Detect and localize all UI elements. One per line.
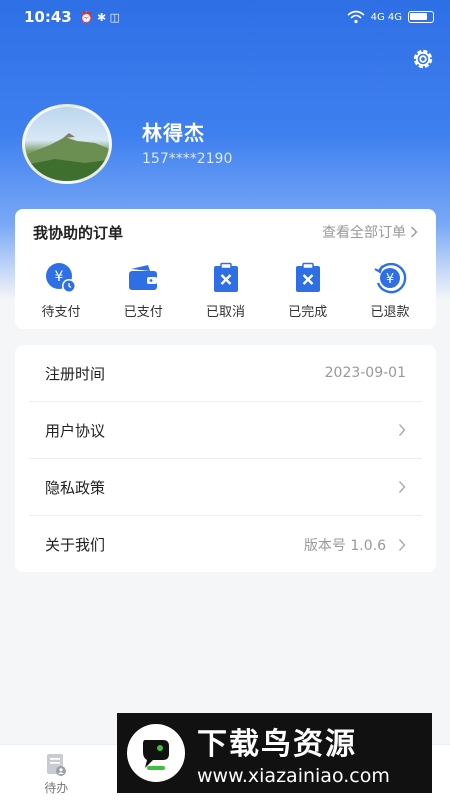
signal-labels: 4G 4G (370, 11, 402, 23)
clipboard-x-icon (295, 262, 320, 292)
chevron-right-icon (398, 424, 406, 436)
gear-icon[interactable] (410, 46, 436, 72)
battery-icon (408, 11, 434, 23)
profile-phone: 157****2190 (142, 151, 233, 167)
chevron-right-icon (398, 538, 406, 551)
menu-item-label: 关于我们 (45, 536, 106, 554)
view-all-orders-label: 查看全部订单 (322, 225, 406, 241)
clipboard-x-icon (213, 262, 238, 292)
avatar[interactable] (22, 104, 112, 184)
yuan-clock-icon: ¥ (46, 263, 76, 293)
menu-item-about-us[interactable]: 关于我们 版本号 1.0.6 (29, 516, 422, 573)
register-date-value: 2023-09-01 (324, 365, 406, 381)
view-all-orders-link[interactable]: 查看全部订单 (322, 222, 418, 242)
order-status-refunded[interactable]: ¥ 已退款 (352, 255, 428, 320)
profile-name: 林得杰 (142, 121, 205, 145)
menu-item-register-time: 注册时间 2023-09-01 (29, 345, 422, 402)
orders-header: 我协助的订单 查看全部订单 (15, 209, 436, 255)
order-status-cancelled[interactable]: 已取消 (188, 255, 264, 320)
document-user-icon (47, 754, 67, 776)
watermark-url: www.xiazainiao.com (197, 765, 390, 787)
chevron-right-icon (398, 481, 406, 493)
order-status-paid[interactable]: 已支付 (105, 255, 181, 320)
tab-todo[interactable]: 待办 (0, 745, 113, 800)
order-status-label: 已取消 (205, 305, 245, 320)
yuan-refund-icon: ¥ (374, 262, 407, 294)
svg-text:¥: ¥ (55, 269, 64, 285)
order-status-label: 已完成 (288, 305, 328, 320)
order-status-label: 待支付 (41, 305, 81, 320)
wifi-icon (347, 10, 365, 24)
status-right: 4G 4G (347, 10, 434, 24)
order-status-completed[interactable]: 已完成 (270, 255, 346, 320)
order-status-label: 已退款 (370, 305, 410, 320)
version-value: 版本号 1.0.6 (303, 537, 386, 554)
status-bar: 10:43 ⏰ ✱ ◫ 4G 4G (0, 0, 450, 34)
status-icons: ⏰ ✱ ◫ (79, 10, 121, 24)
order-status-pending-payment[interactable]: ¥ 待支付 (23, 255, 99, 320)
watermark-banner: 下载鸟资源 www.xiazainiao.com (117, 713, 432, 793)
menu-item-label: 隐私政策 (45, 478, 106, 497)
menu-item-user-agreement[interactable]: 用户协议 (29, 402, 422, 459)
tab-label: 待办 (44, 781, 69, 795)
chevron-right-icon (411, 226, 418, 238)
status-time: 10:43 (24, 8, 72, 26)
bird-logo-icon (127, 724, 185, 782)
menu-item-privacy-policy[interactable]: 隐私政策 (29, 459, 422, 516)
watermark-text: 下载鸟资源 www.xiazainiao.com (197, 719, 390, 787)
orders-card: 我协助的订单 查看全部订单 ¥ 待支付 已支付 已取消 已完成 ¥ 已退款 (15, 209, 436, 329)
settings-menu-card: 注册时间 2023-09-01 用户协议 隐私政策 关于我们 版本号 1.0.6 (15, 345, 436, 572)
svg-text:¥: ¥ (386, 272, 394, 287)
orders-title: 我协助的订单 (33, 223, 124, 242)
menu-item-label: 用户协议 (45, 421, 106, 440)
wallet-icon (129, 265, 158, 290)
order-status-label: 已支付 (123, 305, 163, 320)
watermark-title: 下载鸟资源 (197, 727, 357, 762)
menu-item-label: 注册时间 (45, 364, 106, 383)
order-status-list: ¥ 待支付 已支付 已取消 已完成 ¥ 已退款 (15, 255, 436, 320)
